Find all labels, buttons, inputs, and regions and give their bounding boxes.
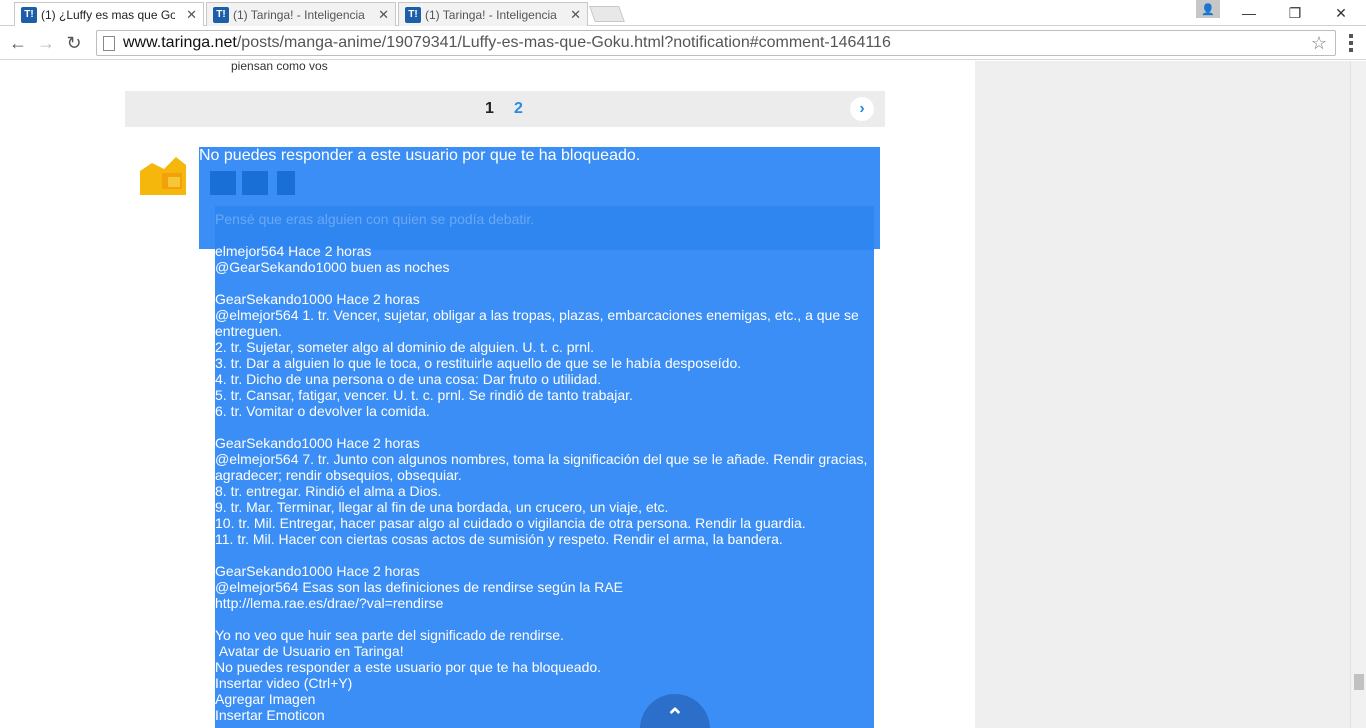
url-path: /posts/manga-anime/19079341/Luffy-es-mas… [236, 34, 891, 51]
taringa-favicon-icon: T! [21, 6, 37, 23]
text-line: http://lema.rae.es/drae/?val=rendirse [215, 595, 444, 611]
reload-icon[interactable]: ↻ [62, 31, 86, 55]
text-line: elmejor564 Hace 2 horas [215, 243, 372, 259]
text-line: 2. tr. Sujetar, someter algo al dominio … [215, 339, 594, 355]
window-close-icon[interactable]: ✕ [1318, 0, 1364, 26]
tab-taringa-1[interactable]: T! (1) Taringa! - Inteligencia c ✕ [206, 2, 396, 26]
text-line: GearSekando1000 Hace 2 horas [215, 435, 420, 451]
tab-luffy[interactable]: T! (1) ¿Luffy es mas que Gok ✕ [14, 2, 204, 26]
text-line: No puedes responder a este usuario por q… [215, 659, 602, 675]
tab-title: (1) ¿Luffy es mas que Gok [41, 7, 175, 22]
restore-icon[interactable]: ❐ [1272, 0, 1318, 26]
text-line: Insertar video (Ctrl+Y) [215, 675, 353, 691]
text-line: Yo no veo que huir sea parte del signifi… [215, 627, 564, 643]
page-1[interactable]: 1 [485, 100, 494, 118]
text-line: 9. tr. Mar. Terminar, llegar al fin de u… [215, 499, 669, 515]
chevron-up-icon: ⌃ [665, 704, 685, 728]
text-line: Insertar Emoticon [215, 707, 325, 723]
text-line: GearSekando1000 Hace 2 horas [215, 563, 420, 579]
minimize-icon[interactable]: — [1226, 0, 1272, 26]
page-scrollbar[interactable] [1350, 61, 1366, 728]
text-line: 3. tr. Dar a alguien lo que le toca, o r… [215, 355, 742, 371]
taringa-favicon-icon: T! [405, 6, 421, 23]
text-line: 6. tr. Vomitar o devolver la comida. [215, 403, 430, 419]
right-sidebar [975, 61, 1350, 728]
text-line: Agregar Imagen [215, 691, 316, 707]
text-line: GearSekando1000 Hace 2 horas [215, 291, 420, 307]
page-viewport: piensan como vos 1 2 › No puedes respond… [0, 61, 1350, 728]
scrollbar-thumb[interactable] [1354, 674, 1364, 690]
bookmark-star-icon[interactable]: ☆ [1311, 33, 1327, 54]
text-line: Avatar de Usuario en Taringa! [215, 643, 404, 659]
selected-comment-text: elmejor564 Hace 2 horas @GearSekando1000 … [215, 243, 870, 723]
tab-title: (1) Taringa! - Inteligencia c [233, 7, 367, 22]
new-tab-button[interactable] [589, 6, 625, 22]
text-line: 4. tr. Dicho de una persona o de una cos… [215, 371, 602, 387]
reply-placeholder: Pensé que eras alguien con quien se podí… [215, 211, 535, 227]
forward-arrow-icon[interactable]: → [34, 31, 58, 55]
text-line: 10. tr. Mil. Entregar, hacer pasar algo … [215, 515, 806, 531]
video-button[interactable] [210, 171, 236, 195]
tab-taringa-2[interactable]: T! (1) Taringa! - Inteligencia c ✕ [398, 2, 588, 26]
user-avatar [140, 157, 186, 195]
emoticon-button[interactable] [277, 171, 295, 195]
image-button[interactable] [242, 171, 268, 195]
text-line: 5. tr. Cansar, fatigar, vencer. U. t. c.… [215, 387, 633, 403]
page-2[interactable]: 2 [514, 100, 523, 118]
next-page-icon[interactable]: › [850, 97, 874, 121]
taringa-favicon-icon: T! [213, 6, 229, 23]
tab-close-icon[interactable]: ✕ [570, 7, 581, 23]
text-line: @elmejor564 1. tr. Vencer, sujetar, obli… [215, 307, 863, 339]
text-line: @GearSekando1000 buen as noches [215, 259, 450, 275]
pagination: 1 2 › [125, 91, 885, 127]
tab-close-icon[interactable]: ✕ [378, 7, 389, 23]
menu-icon[interactable] [1344, 32, 1358, 54]
text-line: 8. tr. entregar. Rindió el alma a Dios. [215, 483, 442, 499]
address-bar[interactable]: www.taringa.net/posts/manga-anime/190793… [96, 30, 1336, 56]
text-line: 11. tr. Mil. Hacer con ciertas cosas act… [215, 531, 783, 547]
previous-comment-text: piensan como vos [231, 61, 328, 73]
browser-toolbar: ← → ↻ www.taringa.net/posts/manga-anime/… [0, 26, 1366, 60]
back-arrow-icon[interactable]: ← [6, 31, 30, 55]
blocked-message: No puedes responder a este usuario por q… [199, 147, 641, 164]
url-domain: www.taringa.net [123, 34, 237, 51]
tab-title: (1) Taringa! - Inteligencia c [425, 7, 559, 22]
page-icon [103, 35, 115, 51]
text-line: @elmejor564 Esas son las definiciones de… [215, 579, 623, 595]
tab-close-icon[interactable]: ✕ [186, 7, 197, 23]
text-line: @elmejor564 7. tr. Junto con algunos nom… [215, 451, 872, 483]
profile-icon[interactable]: 👤 [1196, 0, 1220, 18]
tab-bar: T! (1) ¿Luffy es mas que Gok ✕ T! (1) Ta… [0, 0, 1366, 26]
